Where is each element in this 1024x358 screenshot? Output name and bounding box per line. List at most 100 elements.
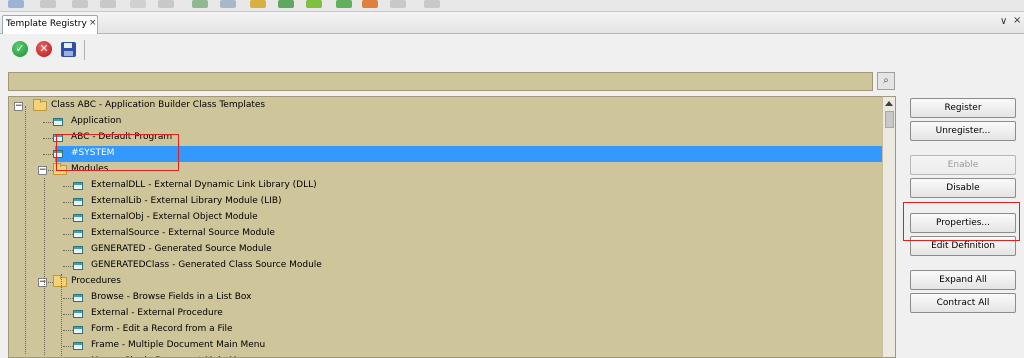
template-icon — [73, 310, 83, 318]
toolbar-icon[interactable] — [362, 0, 378, 8]
toolbar-icon[interactable] — [158, 0, 174, 8]
template-icon — [73, 326, 83, 334]
toolbar-icon[interactable] — [250, 0, 266, 8]
tree-connector — [43, 138, 53, 139]
tree-connector — [63, 330, 73, 331]
template-icon — [53, 118, 63, 126]
template-tree[interactable]: − Class ABC - Application Builder Class T… — [8, 96, 882, 358]
vertical-scrollbar[interactable] — [882, 96, 896, 358]
toolbar-icon[interactable] — [220, 0, 236, 8]
disable-button[interactable]: Disable — [910, 178, 1016, 198]
tree-connector — [63, 266, 73, 267]
tree-node-label: Procedures — [71, 276, 121, 286]
folder-icon — [53, 275, 67, 287]
tree-connector — [43, 122, 53, 123]
tree-node-label: #SYSTEM — [71, 148, 115, 158]
check-icon[interactable]: ✓ — [12, 41, 28, 57]
collapse-icon[interactable]: − — [38, 166, 47, 175]
template-icon — [53, 150, 63, 158]
tree-template-node[interactable]: Frame - Multiple Document Main Menu — [9, 338, 882, 354]
tree-template-node[interactable]: ExternalDLL - External Dynamic Link Libr… — [9, 178, 882, 194]
collapse-icon[interactable]: − — [14, 102, 23, 111]
collapse-icon[interactable]: − — [38, 278, 47, 287]
tree-node-label: ABC - Default Program — [71, 132, 173, 142]
tree-guide-line — [25, 106, 26, 354]
main-toolbar — [0, 0, 1024, 12]
toolbar-icon[interactable] — [72, 0, 88, 8]
tree-node-label: ExternalDLL - External Dynamic Link Libr… — [91, 180, 317, 190]
toolbar-icon[interactable] — [336, 0, 352, 8]
tree-folder-node[interactable]: − Modules — [9, 162, 882, 178]
tree-template-node[interactable]: External - External Procedure — [9, 306, 882, 322]
tree-node-label: GENERATED - Generated Source Module — [91, 244, 272, 254]
toolbar-icon[interactable] — [192, 0, 208, 8]
tree-template-node[interactable]: ExternalSource - External Source Module — [9, 226, 882, 242]
template-icon — [73, 230, 83, 238]
tab-template-registry[interactable]: Template Registry × — [2, 15, 98, 34]
cancel-icon[interactable]: ✕ — [36, 41, 52, 57]
tree-connector — [63, 250, 73, 251]
chevron-down-icon[interactable]: ∨ — [1000, 16, 1007, 27]
toolbar-divider — [84, 40, 85, 60]
close-icon[interactable]: × — [1013, 15, 1021, 26]
tree-template-node[interactable]: Browse - Browse Fields in a List Box — [9, 290, 882, 306]
tree-template-node[interactable]: GENERATEDClass - Generated Class Source … — [9, 258, 882, 274]
save-icon[interactable] — [61, 42, 76, 57]
tree-node-label: Browse - Browse Fields in a List Box — [91, 292, 252, 302]
toolbar-icon[interactable] — [130, 0, 146, 8]
toolbar-icon[interactable] — [306, 0, 322, 8]
tree-guide-line — [61, 274, 62, 357]
tree-template-node[interactable]: Form - Edit a Record from a File — [9, 322, 882, 338]
tab-bar: Template Registry × ∨ × — [0, 12, 1024, 34]
tree-connector — [63, 202, 73, 203]
tree-node-label: GENERATEDClass - Generated Class Source … — [91, 260, 322, 270]
folder-icon — [53, 163, 67, 175]
toolbar-icon[interactable] — [390, 0, 406, 8]
unregister-button[interactable]: Unregister... — [910, 121, 1016, 141]
enable-button[interactable]: Enable — [910, 155, 1016, 175]
scrollbar-thumb[interactable] — [885, 111, 894, 128]
template-icon — [73, 198, 83, 206]
tree-node-label: External - External Procedure — [91, 308, 223, 318]
tree-connector — [63, 186, 73, 187]
tree-template-node[interactable]: Application — [9, 114, 882, 130]
toolbar-icon[interactable] — [278, 0, 294, 8]
toolbar-icon[interactable] — [40, 0, 56, 8]
tree-node-label: Modules — [71, 164, 109, 174]
search-input[interactable] — [8, 72, 873, 91]
template-icon — [53, 134, 63, 142]
expand-all-button[interactable]: Expand All — [910, 270, 1016, 290]
tree-connector — [43, 154, 53, 155]
close-icon[interactable]: × — [89, 18, 97, 28]
toolbar-icon[interactable] — [8, 0, 24, 8]
scroll-up-icon[interactable] — [885, 101, 893, 106]
tree-template-node[interactable]: ABC - Default Program — [9, 130, 882, 146]
toolbar-icon[interactable] — [100, 0, 116, 8]
tree-connector — [63, 314, 73, 315]
search-icon[interactable]: ⌕ — [877, 72, 895, 90]
register-button[interactable]: Register — [910, 98, 1016, 118]
tree-template-node[interactable]: #SYSTEM — [43, 146, 882, 162]
template-icon — [73, 214, 83, 222]
template-icon — [73, 294, 83, 302]
action-bar: ✓ ✕ — [0, 34, 1024, 68]
edit-definition-button[interactable]: Edit Definition — [910, 236, 1016, 256]
tab-title: Template Registry — [6, 19, 87, 29]
tree-folder-node[interactable]: − Procedures — [9, 274, 882, 290]
template-icon — [73, 262, 83, 270]
tree-folder-node[interactable]: − Class ABC - Application Builder Class T… — [9, 98, 882, 114]
tree-template-node[interactable]: Menu - Single Document Main Menu — [9, 354, 882, 357]
tree-connector — [63, 298, 73, 299]
tree-connector — [63, 234, 73, 235]
tree-template-node[interactable]: GENERATED - Generated Source Module — [9, 242, 882, 258]
tree-template-node[interactable]: ExternalLib - External Library Module (L… — [9, 194, 882, 210]
template-icon — [73, 246, 83, 254]
properties-button[interactable]: Properties... — [910, 213, 1016, 233]
tree-node-label: ExternalObj - External Object Module — [91, 212, 258, 222]
tree-node-label: ExternalSource - External Source Module — [91, 228, 275, 238]
tree-guide-line — [44, 178, 45, 355]
contract-all-button[interactable]: Contract All — [910, 293, 1016, 313]
toolbar-icon[interactable] — [424, 0, 440, 8]
tree-template-node[interactable]: ExternalObj - External Object Module — [9, 210, 882, 226]
template-icon — [73, 182, 83, 190]
